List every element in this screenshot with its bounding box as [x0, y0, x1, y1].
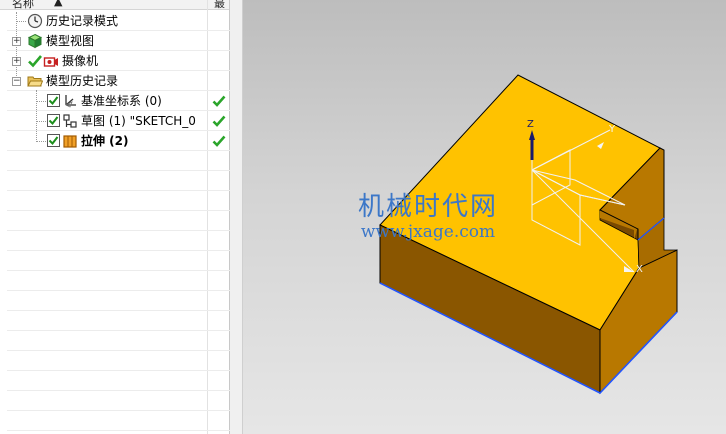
datum-csys-icon [65, 95, 76, 108]
tree-item-label: 基准坐标系 (0) [81, 94, 162, 108]
watermark-title: 机械时代网 [358, 192, 499, 222]
column-header-latest[interactable]: 最 [214, 0, 225, 11]
cube-view-icon [27, 33, 43, 49]
row-separator [7, 410, 230, 411]
visibility-checkbox[interactable] [47, 114, 60, 127]
green-check-icon [28, 55, 42, 68]
row-separator [7, 190, 230, 191]
y-axis-label: Y [609, 124, 616, 135]
row-separator [7, 270, 230, 271]
row-separator [7, 210, 230, 211]
visibility-checkbox[interactable] [47, 94, 60, 107]
status-check-icon [212, 95, 226, 107]
tree-item-label: 历史记录模式 [46, 14, 119, 28]
panel-splitter[interactable] [230, 0, 243, 434]
camera-icon [43, 57, 58, 67]
z-axis-label: Z [527, 119, 534, 130]
status-check-icon [212, 115, 226, 127]
graphics-viewport[interactable]: Z Y X 机械时代网 www.jxage.com [243, 0, 726, 434]
row-separator [7, 390, 230, 391]
folder-open-icon [27, 76, 43, 87]
sort-ascending-icon: ▲ [54, 0, 63, 8]
tree-item-model-views[interactable]: + 模型视图 [0, 31, 207, 51]
column-divider [207, 0, 208, 434]
row-separator [7, 430, 230, 431]
row-separator [7, 230, 230, 231]
row-separator [7, 250, 230, 251]
visibility-checkbox[interactable] [47, 134, 60, 147]
tree-item-label: 拉伸 (2) [81, 134, 129, 148]
sketch-icon [63, 114, 77, 128]
tree-item-history-mode[interactable]: 历史记录模式 [0, 11, 207, 31]
part-navigator: 名称 ▲ 最 历史记录模式 + 模型视图 + 摄像机 − 模型历史记录 基准坐标… [0, 0, 230, 434]
tree-item-model-history[interactable]: − 模型历史记录 [0, 71, 207, 91]
row-separator [7, 370, 230, 371]
navigator-header: 名称 ▲ 最 [0, 0, 230, 10]
tree-item-label: 摄像机 [62, 54, 99, 68]
tree-item-label: 草图 (1) "SKETCH_0 [81, 114, 196, 128]
tree-item-extrude[interactable]: 拉伸 (2) [0, 131, 226, 151]
row-separator [7, 330, 230, 331]
watermark-url: www.jxage.com [360, 222, 496, 242]
row-separator [7, 350, 230, 351]
tree-item-label: 模型历史记录 [46, 74, 119, 88]
z-axis-shaft [530, 140, 534, 160]
collapse-minus-icon[interactable]: − [12, 77, 21, 86]
extrude-icon [63, 135, 77, 148]
row-separator [7, 290, 230, 291]
x-axis-label: X [636, 264, 643, 275]
tree-item-sketch[interactable]: 草图 (1) "SKETCH_0 [0, 111, 226, 131]
row-separator [7, 310, 230, 311]
column-header-name[interactable]: 名称 [12, 0, 34, 11]
tree-item-cameras[interactable]: + 摄像机 [0, 51, 207, 71]
tree-item-datum-csys[interactable]: 基准坐标系 (0) [0, 91, 226, 111]
status-check-icon [212, 135, 226, 147]
tree-item-label: 模型视图 [46, 34, 95, 48]
expand-plus-icon[interactable]: + [12, 57, 21, 66]
watermark: 机械时代网 www.jxage.com [358, 192, 498, 242]
expand-plus-icon[interactable]: + [12, 37, 21, 46]
clock-icon [27, 13, 43, 29]
row-separator [7, 170, 230, 171]
